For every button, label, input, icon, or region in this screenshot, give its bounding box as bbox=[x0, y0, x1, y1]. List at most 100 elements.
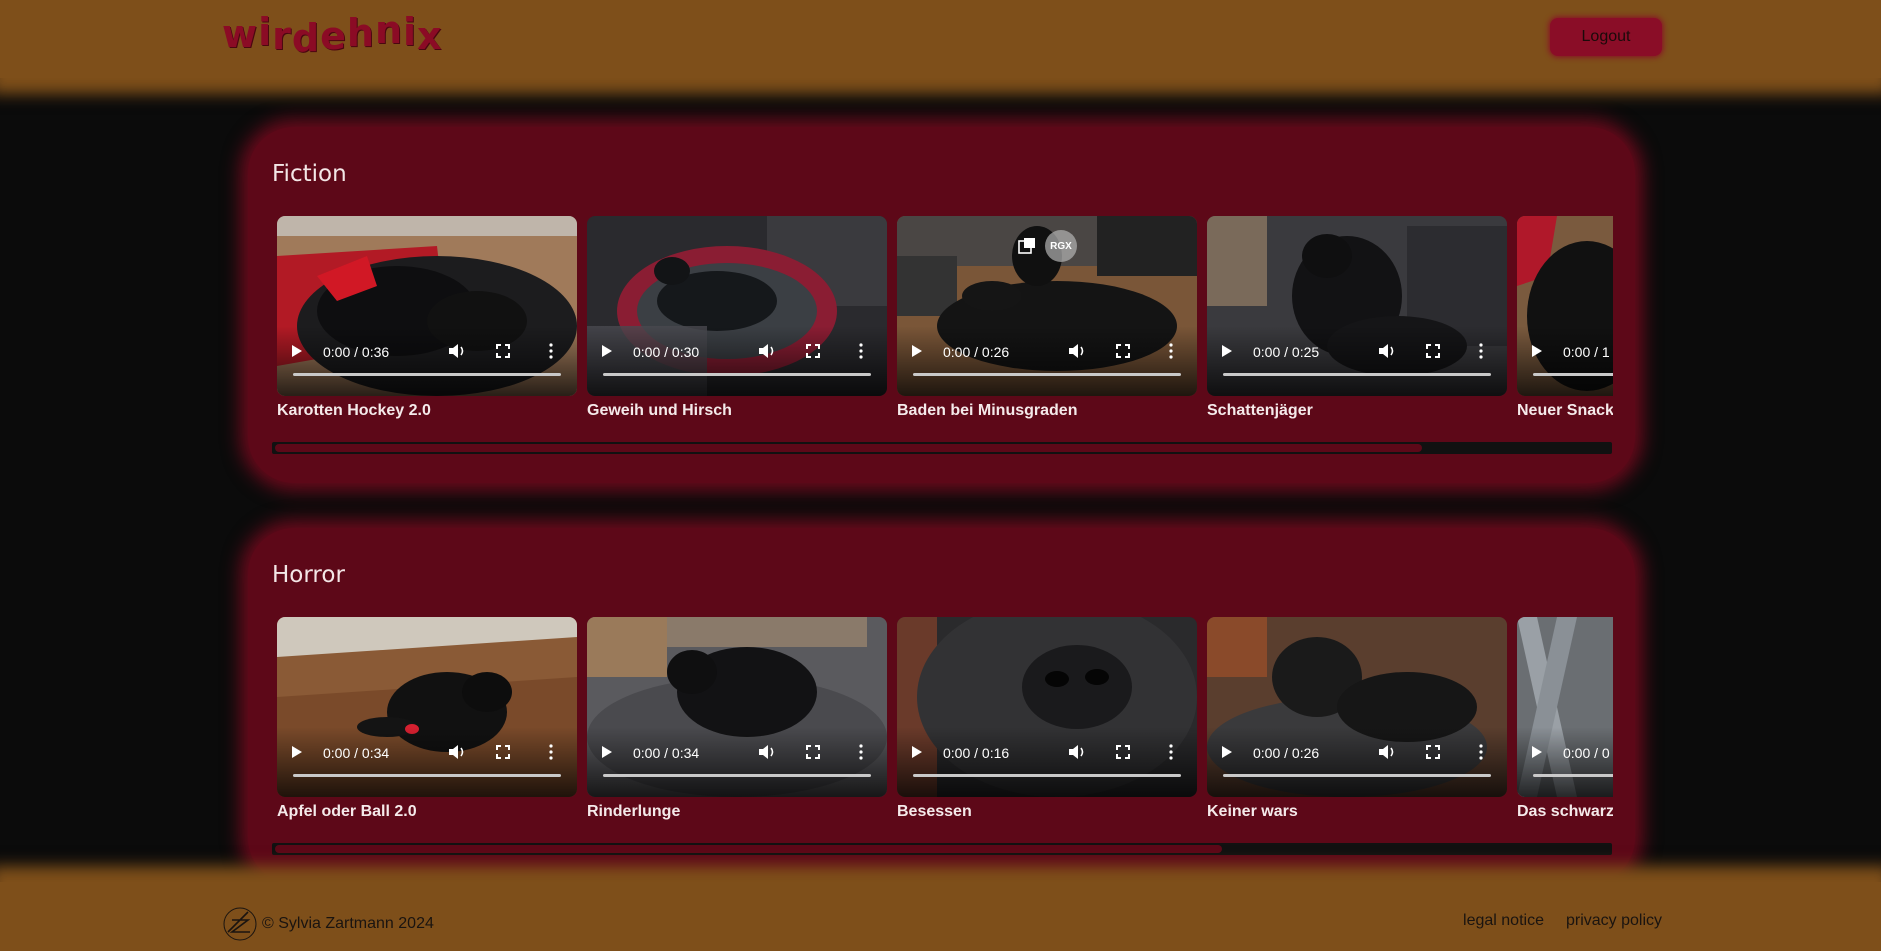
video-card[interactable]: 0:00 / 0:34 Rinderlunge bbox=[587, 617, 887, 820]
video-time: 0:00 / 0:26 bbox=[943, 344, 1010, 360]
video-player[interactable]: 0:00 / 0:36 bbox=[277, 216, 577, 396]
more-options-icon[interactable] bbox=[549, 343, 553, 359]
video-title[interactable]: Karotten Hockey 2.0 bbox=[277, 402, 431, 420]
play-icon[interactable] bbox=[1221, 344, 1233, 358]
video-progress-bar[interactable] bbox=[1533, 774, 1613, 777]
play-icon[interactable] bbox=[601, 344, 613, 358]
fullscreen-icon[interactable] bbox=[1116, 745, 1130, 759]
volume-icon[interactable] bbox=[1068, 744, 1086, 760]
site-footer: © Sylvia Zartmann 2024 legal notice priv… bbox=[0, 882, 1881, 951]
video-title[interactable]: Apfel oder Ball 2.0 bbox=[277, 803, 417, 821]
video-player[interactable]: RGX 0:00 / 0:26 bbox=[897, 216, 1197, 396]
video-title[interactable]: Keiner wars bbox=[1207, 803, 1298, 821]
play-icon[interactable] bbox=[291, 745, 303, 759]
video-card[interactable]: 0:00 / 0 Das schwarze bbox=[1517, 617, 1613, 820]
play-icon[interactable] bbox=[911, 344, 923, 358]
carousel-scroll-thumb[interactable] bbox=[275, 845, 1222, 853]
play-icon[interactable] bbox=[1531, 344, 1543, 358]
video-carousel[interactable]: 0:00 / 0:34 Apfel oder Ball 2.0 0:00 / 0… bbox=[277, 617, 1613, 857]
video-card[interactable]: 0:00 / 1 Neuer Snack bbox=[1517, 216, 1613, 419]
video-time: 0:00 / 0:36 bbox=[323, 344, 390, 360]
video-progress-bar[interactable] bbox=[913, 373, 1181, 376]
volume-icon[interactable] bbox=[1068, 343, 1086, 359]
fullscreen-icon[interactable] bbox=[806, 344, 820, 358]
video-time: 0:00 / 1 bbox=[1563, 344, 1610, 360]
volume-icon[interactable] bbox=[448, 343, 466, 359]
video-card[interactable]: RGX 0:00 / 0:26 Baden bei Minusgraden bbox=[897, 216, 1197, 419]
logout-button[interactable]: Logout bbox=[1550, 18, 1662, 56]
video-progress-bar[interactable] bbox=[1533, 373, 1613, 376]
more-options-icon[interactable] bbox=[1169, 744, 1173, 760]
privacy-policy-link[interactable]: privacy policy bbox=[1566, 912, 1662, 930]
video-card[interactable]: 0:00 / 0:36 Karotten Hockey 2.0 bbox=[277, 216, 577, 419]
video-card[interactable]: 0:00 / 0:34 Apfel oder Ball 2.0 bbox=[277, 617, 577, 820]
video-progress-bar[interactable] bbox=[1223, 373, 1491, 376]
video-title[interactable]: Geweih und Hirsch bbox=[587, 402, 732, 420]
volume-icon[interactable] bbox=[448, 744, 466, 760]
fullscreen-icon[interactable] bbox=[1426, 745, 1440, 759]
video-progress-bar[interactable] bbox=[293, 373, 561, 376]
fullscreen-icon[interactable] bbox=[496, 344, 510, 358]
video-player[interactable]: 0:00 / 0 bbox=[1517, 617, 1613, 797]
volume-icon[interactable] bbox=[758, 744, 776, 760]
video-player[interactable]: 0:00 / 0:26 bbox=[1207, 617, 1507, 797]
fullscreen-icon[interactable] bbox=[1426, 344, 1440, 358]
video-player[interactable]: 0:00 / 0:34 bbox=[587, 617, 887, 797]
volume-icon[interactable] bbox=[1378, 343, 1396, 359]
video-title[interactable]: Schattenjäger bbox=[1207, 402, 1313, 420]
site-logo[interactable]: wirdehnix bbox=[222, 6, 443, 60]
play-icon[interactable] bbox=[1221, 745, 1233, 759]
more-options-icon[interactable] bbox=[1169, 343, 1173, 359]
fullscreen-icon[interactable] bbox=[806, 745, 820, 759]
video-player[interactable]: 0:00 / 0:25 bbox=[1207, 216, 1507, 396]
video-card[interactable]: 0:00 / 0:25 Schattenjäger bbox=[1207, 216, 1507, 419]
fullscreen-icon[interactable] bbox=[496, 745, 510, 759]
play-icon[interactable] bbox=[1531, 745, 1543, 759]
video-title[interactable]: Neuer Snack bbox=[1517, 402, 1613, 420]
fullscreen-icon[interactable] bbox=[1116, 344, 1130, 358]
video-time: 0:00 / 0:16 bbox=[943, 745, 1010, 761]
video-title[interactable]: Baden bei Minusgraden bbox=[897, 402, 1077, 420]
footer-links: legal notice privacy policy bbox=[1463, 912, 1662, 930]
video-card[interactable]: 0:00 / 0:30 Geweih und Hirsch bbox=[587, 216, 887, 419]
more-options-icon[interactable] bbox=[549, 744, 553, 760]
picture-in-picture-icon[interactable] bbox=[1017, 236, 1037, 256]
video-title[interactable]: Das schwarze bbox=[1517, 803, 1613, 821]
carousel-scrollbar[interactable] bbox=[272, 442, 1612, 454]
more-options-icon[interactable] bbox=[1479, 343, 1483, 359]
video-carousel[interactable]: 0:00 / 0:36 Karotten Hockey 2.0 0:00 / 0… bbox=[277, 216, 1613, 456]
play-icon[interactable] bbox=[291, 344, 303, 358]
video-card[interactable]: 0:00 / 0:16 Besessen bbox=[897, 617, 1197, 820]
video-progress-bar[interactable] bbox=[913, 774, 1181, 777]
video-progress-bar[interactable] bbox=[1223, 774, 1491, 777]
section-title: Horror bbox=[272, 562, 345, 588]
video-time: 0:00 / 0 bbox=[1563, 745, 1610, 761]
volume-icon[interactable] bbox=[758, 343, 776, 359]
video-progress-bar[interactable] bbox=[603, 373, 871, 376]
carousel-scrollbar[interactable] bbox=[272, 843, 1612, 855]
category-section-fiction: Fiction 0:00 / 0:36 Karotten Hockey 2.0 … bbox=[248, 127, 1635, 483]
video-player[interactable]: 0:00 / 1 bbox=[1517, 216, 1613, 396]
volume-icon[interactable] bbox=[1378, 744, 1396, 760]
video-player[interactable]: 0:00 / 0:16 bbox=[897, 617, 1197, 797]
play-icon[interactable] bbox=[601, 745, 613, 759]
more-options-icon[interactable] bbox=[859, 343, 863, 359]
carousel-scroll-thumb[interactable] bbox=[275, 444, 1422, 452]
video-progress-bar[interactable] bbox=[603, 774, 871, 777]
more-options-icon[interactable] bbox=[859, 744, 863, 760]
video-time: 0:00 / 0:25 bbox=[1253, 344, 1320, 360]
more-options-icon[interactable] bbox=[1479, 744, 1483, 760]
video-title[interactable]: Rinderlunge bbox=[587, 803, 680, 821]
video-player[interactable]: 0:00 / 0:34 bbox=[277, 617, 577, 797]
overlay-badge[interactable]: RGX bbox=[1045, 230, 1077, 262]
copyright-text: © Sylvia Zartmann 2024 bbox=[262, 915, 434, 932]
video-time: 0:00 / 0:34 bbox=[633, 745, 700, 761]
play-icon[interactable] bbox=[911, 745, 923, 759]
video-progress-bar[interactable] bbox=[293, 774, 561, 777]
video-time: 0:00 / 0:26 bbox=[1253, 745, 1320, 761]
legal-notice-link[interactable]: legal notice bbox=[1463, 912, 1544, 930]
video-player[interactable]: 0:00 / 0:30 bbox=[587, 216, 887, 396]
video-title[interactable]: Besessen bbox=[897, 803, 972, 821]
signature-logo-icon bbox=[223, 907, 257, 941]
video-card[interactable]: 0:00 / 0:26 Keiner wars bbox=[1207, 617, 1507, 820]
